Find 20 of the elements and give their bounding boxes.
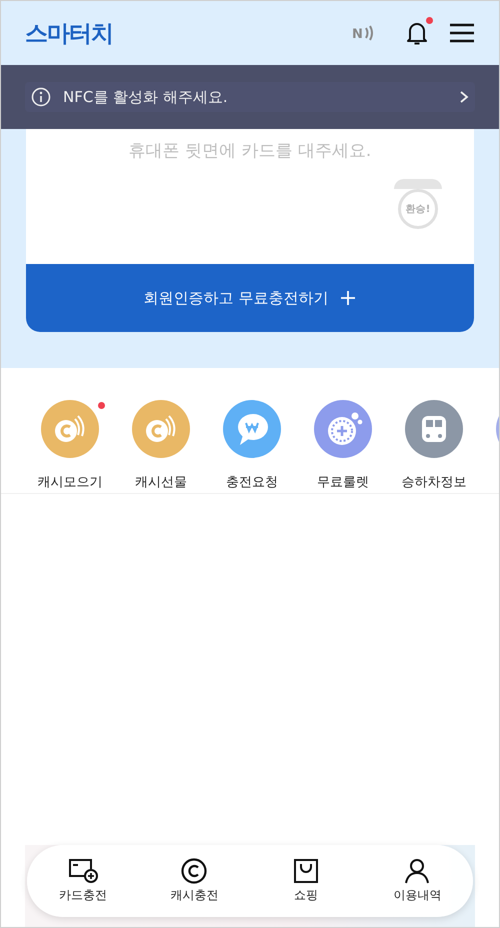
shopping-bag-icon bbox=[292, 858, 319, 884]
nav-tab[interactable]: 카드충전 bbox=[38, 858, 128, 904]
app-logo: 스마터치 bbox=[25, 20, 113, 48]
nav-tab[interactable]: 쇼핑 bbox=[260, 858, 351, 904]
menu-button[interactable] bbox=[449, 23, 475, 43]
card-hint: 휴대폰 뒷면에 카드를 대주세요. bbox=[128, 140, 372, 162]
card-plus-icon bbox=[68, 858, 98, 884]
coin-icon bbox=[180, 858, 208, 884]
info-icon bbox=[31, 87, 51, 107]
nfc-notice[interactable]: NFC를 활성화 해주세요. bbox=[25, 82, 475, 112]
plus-icon bbox=[340, 290, 356, 306]
verify-charge-button[interactable]: 회원인증하고 무료충전하기 bbox=[26, 264, 474, 332]
nav-tab[interactable]: 캐시충전 bbox=[149, 858, 240, 904]
bell-icon bbox=[405, 20, 429, 46]
alarm-clock-sticker: 환승! bbox=[394, 179, 442, 231]
person-icon bbox=[404, 858, 430, 884]
chevron-icon bbox=[459, 90, 469, 104]
new-dot bbox=[98, 402, 105, 409]
nav-tab[interactable]: 이용내역 bbox=[372, 858, 462, 904]
menu-icon bbox=[449, 23, 475, 43]
